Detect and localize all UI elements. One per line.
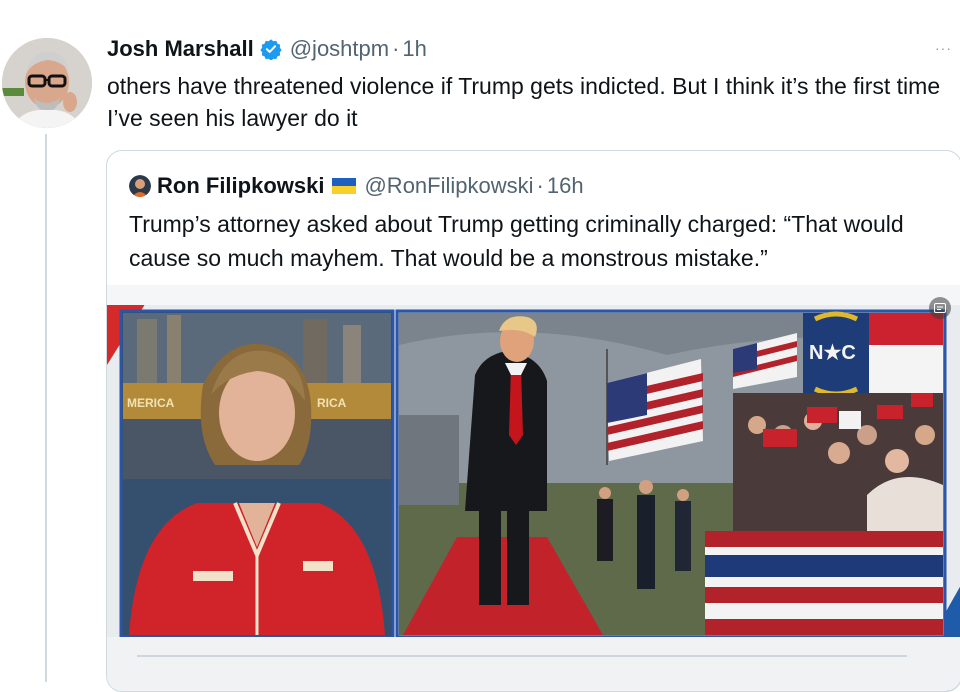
- quoted-author-name[interactable]: Ron Filipkowski: [157, 173, 324, 199]
- verified-badge-icon: [260, 38, 282, 60]
- author-name[interactable]: Josh Marshall: [107, 36, 254, 62]
- patriotic-bunting: [705, 531, 943, 635]
- author-avatar[interactable]: [2, 38, 92, 128]
- quoted-author-avatar[interactable]: [129, 175, 151, 197]
- ukraine-flag-icon: [332, 178, 357, 194]
- tweet-timestamp[interactable]: 1h: [402, 36, 426, 62]
- quoted-author-handle[interactable]: @RonFilipkowski: [364, 173, 533, 199]
- caption-icon[interactable]: [929, 297, 951, 319]
- author-handle[interactable]: @joshtpm: [290, 36, 389, 62]
- left-video-panel: MERICA RICA: [119, 309, 395, 639]
- quoted-tweet-text: Trump’s attorney asked about Trump getti…: [129, 211, 904, 271]
- nc-sign-text: N★C: [809, 342, 856, 364]
- rally-crowd: [733, 393, 943, 533]
- quoted-tweet[interactable]: Ron Filipkowski @RonFilipkowski · 16h Tr…: [106, 150, 960, 692]
- quoted-media[interactable]: MERICA RICA N★C: [107, 285, 960, 691]
- separator-dot: ·: [536, 173, 544, 198]
- news-video-frame: MERICA RICA N★C: [107, 285, 960, 691]
- quoted-tweet-timestamp[interactable]: 16h: [547, 173, 584, 199]
- tweet-header: Josh Marshall @joshtpm · 1h: [107, 34, 427, 64]
- right-ticker-text: RICA: [317, 396, 347, 410]
- quoted-tweet-header: Ron Filipkowski @RonFilipkowski · 16h: [129, 171, 584, 201]
- right-video-panel: N★C: [395, 309, 947, 639]
- left-ticker-text: MERICA: [127, 396, 175, 410]
- more-options-icon[interactable]: ···: [935, 40, 952, 56]
- thread-line: [45, 134, 47, 682]
- separator-dot: ·: [392, 36, 400, 61]
- avatar-image: [2, 38, 92, 128]
- tweet-text: others have threatened violence if Trump…: [107, 73, 941, 131]
